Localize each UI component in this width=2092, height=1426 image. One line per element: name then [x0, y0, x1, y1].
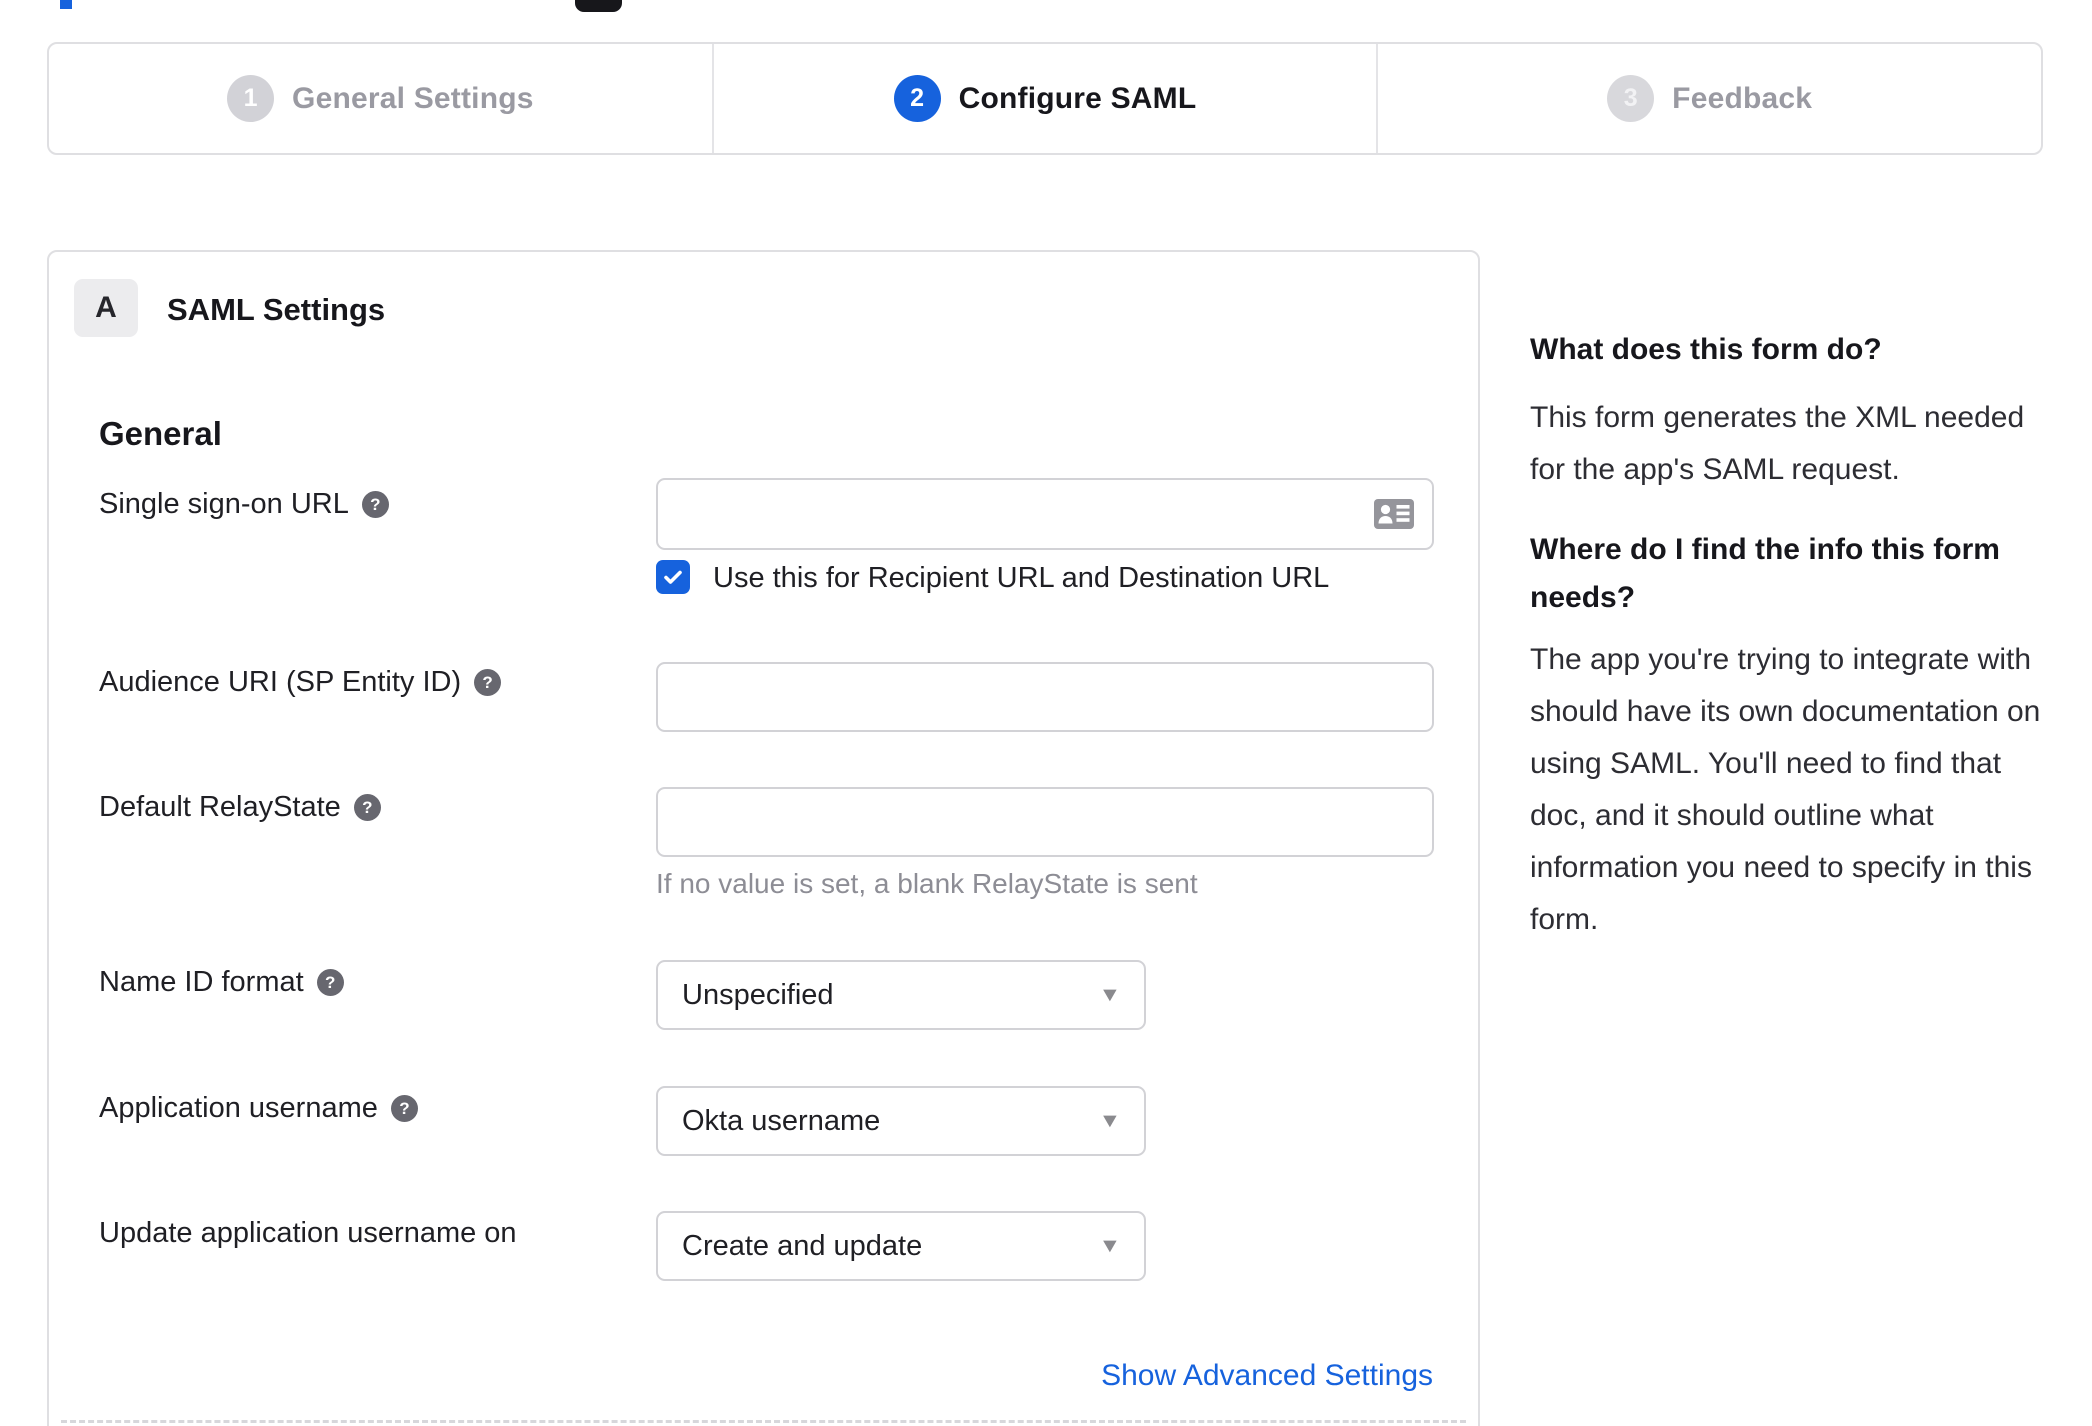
- top-dark-logo-fragment: [575, 0, 622, 12]
- update-username-select[interactable]: Create and update ▼: [656, 1211, 1146, 1281]
- nameid-label-row: Name ID format ?: [99, 966, 344, 999]
- application-username-value: Okta username: [682, 1104, 881, 1137]
- top-blue-fragment: [60, 0, 72, 9]
- checkmark-icon: [664, 570, 682, 584]
- chevron-down-icon: ▼: [1098, 1109, 1122, 1132]
- sidebar-question-2: Where do I find the info this form needs…: [1530, 533, 2000, 614]
- sidebar-question-1: What does this form do?: [1530, 333, 1882, 366]
- step-1-number-badge: 1: [227, 75, 275, 122]
- section-a-badge: A: [74, 279, 138, 337]
- audience-uri-input[interactable]: [656, 662, 1434, 732]
- sso-help-icon[interactable]: ?: [361, 491, 389, 518]
- step-general-settings[interactable]: 1 General Settings: [49, 44, 712, 153]
- relaystate-input-wrap: [656, 787, 1434, 857]
- appuser-label: Application username: [99, 1092, 378, 1124]
- show-advanced-settings-link[interactable]: Show Advanced Settings: [1101, 1359, 1433, 1393]
- chevron-down-icon: ▼: [1098, 983, 1122, 1006]
- appuser-label-row: Application username ?: [99, 1092, 418, 1125]
- relaystate-label-row: Default RelayState ?: [99, 791, 381, 824]
- relaystate-label: Default RelayState: [99, 791, 341, 823]
- step-feedback[interactable]: 3 Feedback: [1376, 44, 2041, 153]
- saml-settings-card: A SAML Settings General Single sign-on U…: [47, 250, 1480, 1426]
- audience-uri-label: Audience URI (SP Entity ID): [99, 666, 462, 698]
- sso-url-label: Single sign-on URL: [99, 488, 349, 520]
- sidebar-answer-2: The app you're trying to integrate with …: [1530, 643, 2041, 936]
- recipient-url-checkbox-label: Use this for Recipient URL and Destinati…: [713, 562, 1330, 594]
- step-3-label: Feedback: [1672, 81, 1813, 115]
- audience-uri-input-wrap: [656, 662, 1434, 732]
- relaystate-input[interactable]: [656, 787, 1434, 857]
- name-id-format-select[interactable]: Unspecified ▼: [656, 960, 1146, 1030]
- contact-card-icon: [1374, 499, 1414, 529]
- wizard-stepper: 1 General Settings 2 Configure SAML 3 Fe…: [47, 42, 2043, 155]
- recipient-url-checkbox[interactable]: [656, 560, 690, 594]
- step-2-number-badge: 2: [893, 75, 941, 122]
- sso-url-input-wrap: [656, 478, 1434, 550]
- audience-uri-label-row: Audience URI (SP Entity ID) ?: [99, 666, 502, 699]
- relaystate-help-icon[interactable]: ?: [353, 794, 381, 821]
- name-id-format-value: Unspecified: [682, 978, 834, 1011]
- nameid-label: Name ID format: [99, 966, 304, 998]
- step-3-number-badge: 3: [1607, 75, 1655, 122]
- audience-help-icon[interactable]: ?: [474, 669, 502, 696]
- update-username-value: Create and update: [682, 1229, 923, 1262]
- relaystate-hint: If no value is set, a blank RelayState i…: [656, 868, 1198, 899]
- card-title: SAML Settings: [167, 292, 386, 327]
- sidebar-answer-1: This form generates the XML needed for t…: [1530, 401, 2025, 486]
- update-username-label-row: Update application username on: [99, 1217, 517, 1250]
- sso-url-label-row: Single sign-on URL ?: [99, 488, 389, 521]
- step-2-label: Configure SAML: [958, 81, 1197, 115]
- general-section-heading: General: [99, 415, 222, 452]
- application-username-select[interactable]: Okta username ▼: [656, 1086, 1146, 1156]
- appuser-help-icon[interactable]: ?: [390, 1095, 418, 1122]
- sso-url-input[interactable]: [656, 478, 1434, 550]
- nameid-help-icon[interactable]: ?: [316, 969, 344, 996]
- dashed-section-divider: [61, 1420, 1466, 1423]
- saml-wizard-page: 1 General Settings 2 Configure SAML 3 Fe…: [0, 0, 2092, 1426]
- step-configure-saml[interactable]: 2 Configure SAML: [711, 44, 1377, 153]
- chevron-down-icon: ▼: [1098, 1234, 1122, 1257]
- step-1-label: General Settings: [292, 81, 534, 115]
- update-username-label: Update application username on: [99, 1217, 517, 1249]
